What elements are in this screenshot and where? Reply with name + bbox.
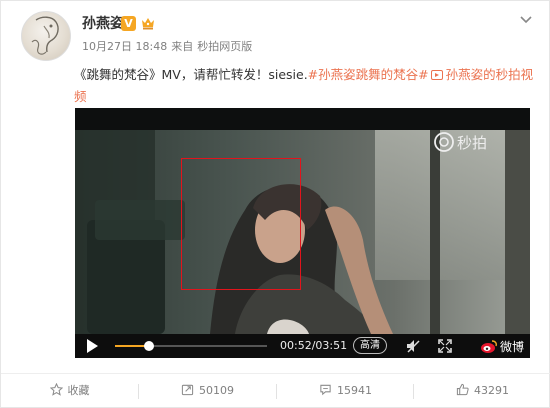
action-bar: 收藏 50109 15941 43291 [1,373,550,407]
play-icon[interactable] [87,339,98,353]
post-meta: 10月27日 18:48 来自 秒拍网页版 [82,40,256,54]
repost-icon [181,384,194,396]
comment-count: 15941 [337,384,372,397]
mute-icon[interactable] [405,338,421,354]
comment-icon [320,384,331,396]
video-frame[interactable] [75,130,530,334]
comment-button[interactable]: 15941 [277,374,414,408]
fullscreen-icon[interactable] [437,338,453,354]
post-source[interactable]: 秒拍网页版 [197,40,252,53]
favorite-button[interactable]: 收藏 [1,374,138,408]
post-text: 《跳舞的梵谷》MV，请帮忙转发！siesie.#孙燕姿跳舞的梵谷# 孙燕姿的秒拍视… [74,64,536,108]
username[interactable]: 孙燕姿 [82,15,124,33]
source-prefix: 来自 [171,40,194,53]
video-link-icon [430,70,443,80]
video-controls: 00:52/03:51 高清 微博 [75,334,530,358]
miaopai-watermark-icon: 秒拍 [434,132,487,152]
watermark-label: 秒拍 [457,134,487,152]
avatar[interactable] [21,11,71,61]
quality-button[interactable]: 高清 [353,337,387,354]
progress-handle[interactable] [144,341,155,351]
weibo-post-card: 孙燕姿 V 10月27日 18:48 来自 秒拍网页版 《跳舞的梵谷》MV，请帮忙转… [0,0,550,408]
chevron-down-icon[interactable] [519,15,533,25]
favorite-label: 收藏 [67,384,90,397]
weibo-logo-icon[interactable]: 微博 [479,338,527,354]
star-icon [49,383,63,396]
like-button[interactable]: 43291 [414,374,550,408]
like-count: 43291 [474,384,509,397]
post-body: 《跳舞的梵谷》MV，请帮忙转发！siesie. [74,67,308,82]
progress-bar[interactable] [115,341,267,351]
crown-icon [142,18,154,30]
repost-button[interactable]: 50109 [139,374,276,408]
verified-badge-icon: V [121,16,136,31]
hashtag-link[interactable]: #孙燕姿跳舞的梵谷# [308,67,429,82]
face-highlight-box [181,158,301,290]
repost-count: 50109 [199,384,234,397]
weibo-label: 微博 [500,339,524,354]
time-display: 00:52/03:51 [280,339,348,352]
post-time[interactable]: 10月27日 18:48 [82,40,167,53]
thumbs-up-icon [456,383,469,396]
